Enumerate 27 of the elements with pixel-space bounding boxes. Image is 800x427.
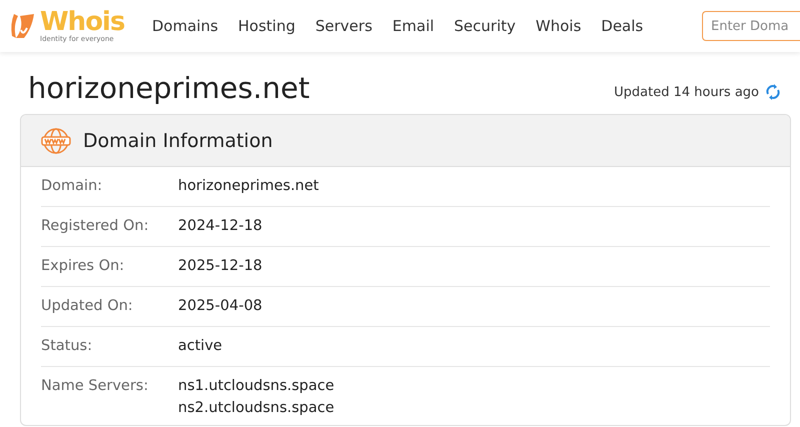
nav-link[interactable]: Hosting bbox=[228, 17, 306, 35]
globe-icon bbox=[41, 128, 71, 154]
nav-link[interactable]: Security bbox=[444, 17, 526, 35]
domain-title: horizoneprimes.net bbox=[28, 70, 310, 106]
card-title: Domain Information bbox=[83, 130, 273, 152]
field-value: 2025-12-18 bbox=[178, 257, 264, 276]
field-label: Registered On: bbox=[41, 217, 150, 236]
field-value: ns1.utcloudsns.space bbox=[178, 377, 336, 396]
logo-name: Whois bbox=[40, 9, 124, 35]
nav-link[interactable]: Whois bbox=[526, 17, 592, 35]
updated-text: Updated 14 hours ago bbox=[614, 84, 759, 100]
field-value: horizoneprimes.net bbox=[178, 177, 320, 196]
field-label: Expires On: bbox=[41, 257, 126, 276]
refresh-icon[interactable] bbox=[765, 84, 781, 100]
field-value: ns2.utcloudsns.space bbox=[178, 399, 336, 418]
nav-link[interactable]: Domains bbox=[142, 17, 228, 35]
search-field[interactable]: Enter Doma bbox=[702, 11, 800, 41]
field-label: Status: bbox=[41, 337, 94, 356]
nav-link[interactable]: Servers bbox=[305, 17, 382, 35]
field-value: active bbox=[178, 337, 224, 356]
nav-link[interactable]: Deals bbox=[591, 17, 654, 35]
field-value: 2024-12-18 bbox=[178, 217, 264, 236]
field-value: 2025-04-08 bbox=[178, 297, 264, 316]
field-label: Updated On: bbox=[41, 297, 134, 316]
field-label: Name Servers: bbox=[41, 377, 150, 396]
nav-link[interactable]: Email bbox=[382, 17, 444, 35]
field-label: Domain: bbox=[41, 177, 104, 196]
